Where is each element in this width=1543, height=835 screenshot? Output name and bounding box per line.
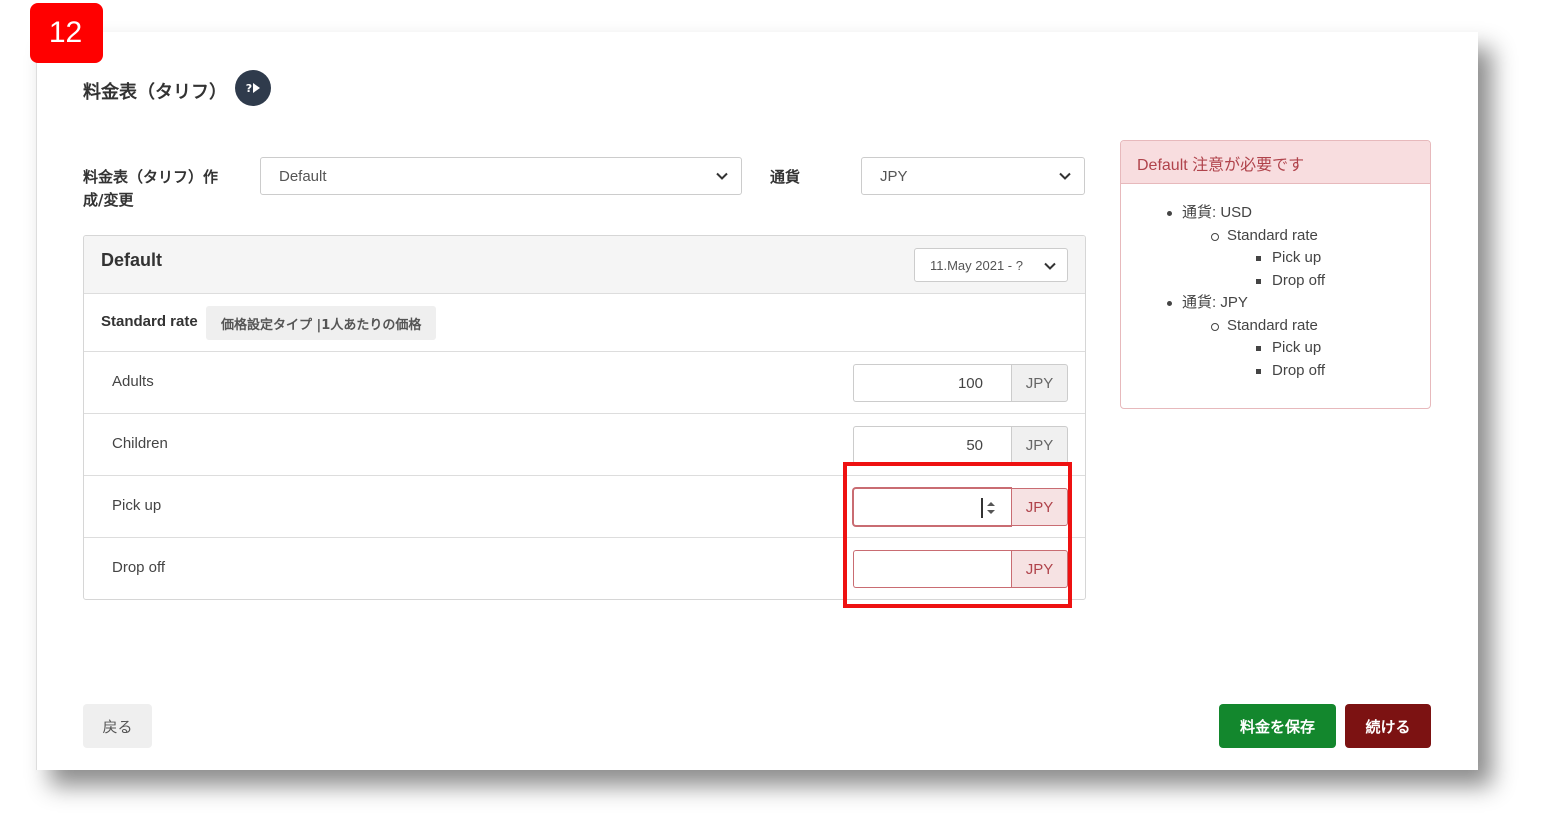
chevron-down-icon bbox=[1044, 262, 1056, 270]
help-button-text: ? bbox=[245, 81, 253, 95]
warning-field: Drop off bbox=[1121, 360, 1430, 383]
card-header: Default 11.May 2021 - ? bbox=[84, 236, 1085, 294]
currency-select-label: 通貨 bbox=[770, 168, 801, 186]
date-range-value: 11.May 2021 - ? bbox=[930, 257, 1023, 273]
help-play-icon[interactable]: ? bbox=[235, 70, 271, 106]
warning-field: Pick up bbox=[1121, 247, 1430, 270]
warning-list: 通貨: USD Standard rate Pick up Drop off 通… bbox=[1121, 202, 1430, 382]
warning-field: Drop off bbox=[1121, 270, 1430, 293]
chevron-down-icon bbox=[1059, 172, 1071, 180]
adults-price-input[interactable]: 100 bbox=[853, 364, 1011, 402]
tariff-select-value: Default bbox=[279, 167, 327, 185]
highlight-box bbox=[843, 462, 1072, 608]
price-input-group: 50 JPY bbox=[853, 426, 1068, 464]
date-range-select[interactable]: 11.May 2021 - ? bbox=[914, 248, 1068, 282]
children-price-input[interactable]: 50 bbox=[853, 426, 1011, 464]
currency-select-value: JPY bbox=[880, 167, 908, 185]
currency-addon: JPY bbox=[1011, 426, 1068, 464]
rate-row: Standard rate 価格設定タイプ |1人あたりの価格 bbox=[84, 294, 1085, 352]
price-row-adults: Adults 100 JPY bbox=[84, 352, 1085, 414]
play-icon bbox=[253, 83, 261, 93]
step-badge: 12 bbox=[30, 3, 103, 63]
currency-addon: JPY bbox=[1011, 364, 1068, 402]
row-label: Children bbox=[112, 435, 168, 452]
card-title: Default bbox=[101, 250, 163, 270]
warning-currency: 通貨: JPY bbox=[1121, 292, 1430, 315]
rate-name: Standard rate bbox=[101, 313, 198, 330]
chevron-down-icon bbox=[716, 172, 728, 180]
back-button[interactable]: 戻る bbox=[83, 704, 152, 748]
warning-rate: Standard rate bbox=[1121, 315, 1430, 338]
row-label: Adults bbox=[112, 373, 154, 390]
warning-currency: 通貨: USD bbox=[1121, 202, 1430, 225]
page-title: 料金表（タリフ） bbox=[83, 82, 227, 103]
warning-title: Default 注意が必要です bbox=[1121, 141, 1430, 184]
warning-panel: Default 注意が必要です 通貨: USD Standard rate Pi… bbox=[1120, 140, 1431, 409]
row-label: Pick up bbox=[112, 497, 162, 514]
tariff-select[interactable]: Default bbox=[260, 157, 742, 195]
save-rates-button[interactable]: 料金を保存 bbox=[1219, 704, 1336, 748]
tariff-select-label-line2: 成/変更 bbox=[83, 191, 134, 209]
tariff-select-label: 料金表（タリフ）作 成/変更 bbox=[83, 166, 218, 212]
row-label: Drop off bbox=[112, 559, 166, 576]
price-input-group: 100 JPY bbox=[853, 364, 1068, 402]
tariff-select-label-line1: 料金表（タリフ）作 bbox=[83, 168, 219, 186]
warning-rate: Standard rate bbox=[1121, 225, 1430, 248]
warning-body: 通貨: USD Standard rate Pick up Drop off 通… bbox=[1121, 184, 1430, 382]
pricing-type-badge: 価格設定タイプ |1人あたりの価格 bbox=[206, 306, 437, 340]
warning-field: Pick up bbox=[1121, 337, 1430, 360]
continue-button[interactable]: 続ける bbox=[1345, 704, 1431, 748]
currency-select[interactable]: JPY bbox=[861, 157, 1085, 195]
